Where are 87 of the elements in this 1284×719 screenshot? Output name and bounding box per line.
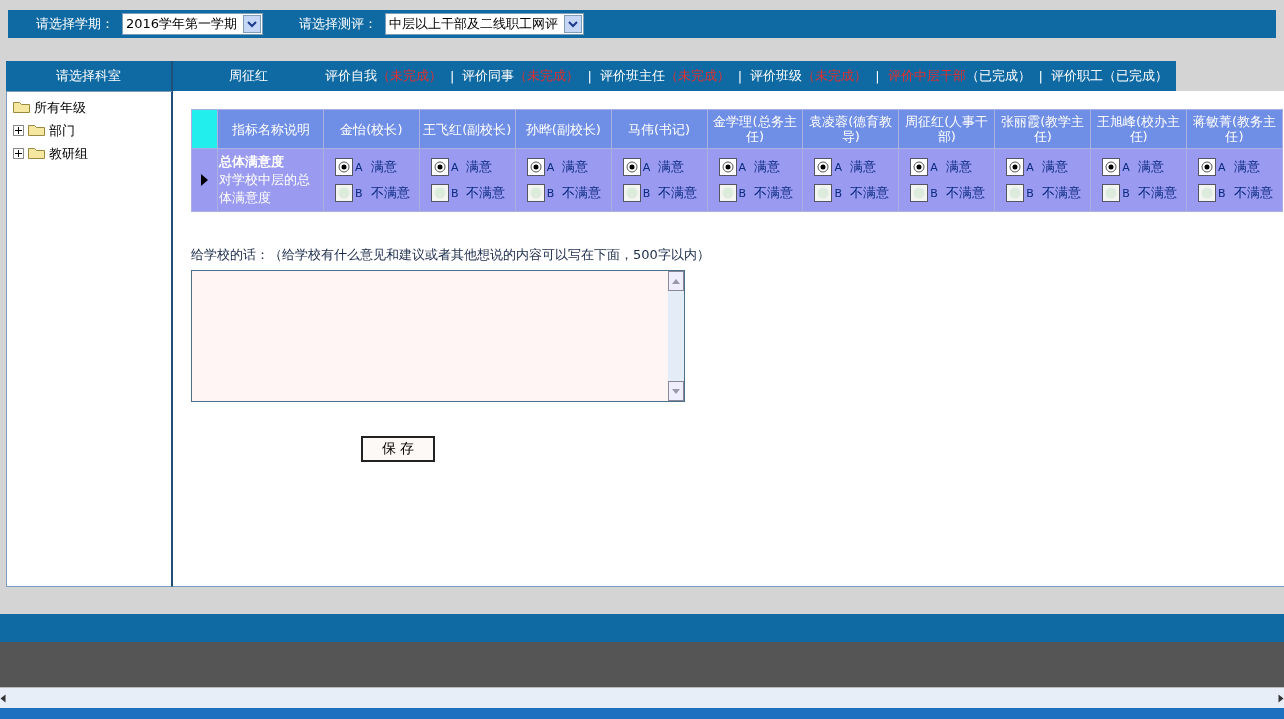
- folder-icon: [13, 102, 30, 113]
- save-button[interactable]: 保 存: [361, 436, 435, 462]
- comment-label: 给学校的话：（给学校有什么意见和建议或者其他想说的内容可以写在下面，500字以内）: [191, 246, 711, 264]
- radio-button[interactable]: [430, 184, 449, 202]
- radio-button[interactable]: [910, 158, 929, 176]
- sidebar-title: 请选择科室: [6, 61, 173, 91]
- evaluation-tab[interactable]: 评价自我（未完成）: [323, 67, 444, 85]
- column-header: 周征红(人事干部): [898, 109, 995, 149]
- radio-button[interactable]: [430, 158, 449, 176]
- tree-label: 教研组: [49, 144, 88, 163]
- expand-icon[interactable]: [13, 148, 24, 159]
- evaluation-tab[interactable]: 评价班主任（未完成）: [597, 67, 732, 85]
- radio-button[interactable]: [1198, 158, 1216, 176]
- radio-option[interactable]: A 满意: [325, 154, 418, 180]
- tree-item[interactable]: 所有年级: [13, 96, 165, 119]
- column-header: 金怡(校长): [323, 109, 420, 149]
- radio-button[interactable]: [622, 158, 641, 176]
- radio-option[interactable]: B 不满意: [708, 180, 802, 206]
- radio-option[interactable]: B 不满意: [325, 180, 418, 206]
- radio-option[interactable]: B 不满意: [516, 180, 610, 206]
- radio-option[interactable]: B 不满意: [900, 180, 994, 206]
- radio-option[interactable]: B 不满意: [420, 180, 514, 206]
- radio-button[interactable]: [1006, 158, 1025, 176]
- survey-label: 请选择测评：: [299, 15, 378, 33]
- evaluation-tab[interactable]: 评价职工（已完成）: [1048, 67, 1170, 85]
- column-header: 袁凌蓉(德育教导): [802, 109, 899, 149]
- evaluation-tab[interactable]: 评价中层干部（已完成）: [885, 67, 1033, 85]
- tree-item[interactable]: 教研组: [13, 142, 165, 165]
- radio-option[interactable]: A 满意: [1188, 154, 1281, 180]
- horizontal-scrollbar[interactable]: [0, 687, 1284, 708]
- radio-button[interactable]: [814, 184, 833, 202]
- radio-option[interactable]: B 不满意: [996, 180, 1090, 206]
- comment-textarea[interactable]: [191, 270, 685, 402]
- user-name: 周征红: [227, 67, 269, 85]
- radio-option[interactable]: A 满意: [996, 154, 1090, 180]
- radio-button[interactable]: [1102, 158, 1121, 176]
- radio-option[interactable]: A 满意: [420, 154, 514, 180]
- column-header: 张丽霞(教学主任): [994, 109, 1091, 149]
- tree-label: 部门: [49, 121, 75, 140]
- radio-option[interactable]: B 不满意: [1188, 180, 1281, 206]
- radio-button[interactable]: [1102, 184, 1121, 202]
- tab-separator: |: [586, 68, 593, 84]
- radio-option[interactable]: A 满意: [900, 154, 994, 180]
- tab-separator: |: [449, 68, 456, 84]
- folder-icon: [28, 148, 45, 159]
- survey-dropdown[interactable]: 中层以上干部及二线职工网评: [385, 13, 585, 35]
- tree-label: 所有年级: [34, 98, 86, 117]
- column-header: 金学理(总务主任): [707, 109, 803, 149]
- radio-option[interactable]: B 不满意: [804, 180, 898, 206]
- radio-option[interactable]: A 满意: [804, 154, 898, 180]
- radio-option[interactable]: B 不满意: [612, 180, 706, 206]
- radio-button[interactable]: [622, 184, 641, 202]
- radio-button[interactable]: [1198, 184, 1216, 202]
- column-header: 马伟(书记): [611, 109, 708, 149]
- radio-option[interactable]: A 满意: [516, 154, 610, 180]
- folder-icon: [28, 125, 45, 136]
- radio-button[interactable]: [718, 158, 737, 176]
- scroll-left-icon[interactable]: [0, 693, 6, 703]
- radio-button[interactable]: [526, 184, 545, 202]
- radio-button[interactable]: [718, 184, 737, 202]
- radio-button[interactable]: [526, 158, 545, 176]
- tab-separator: |: [736, 68, 744, 84]
- scroll-right-icon[interactable]: [1278, 693, 1284, 703]
- radio-button[interactable]: [1006, 184, 1025, 202]
- evaluation-tab[interactable]: 评价班级（未完成）: [748, 67, 870, 85]
- column-header: 孙晔(副校长): [515, 109, 612, 149]
- expand-icon[interactable]: [13, 125, 24, 136]
- row-pointer-icon: [201, 174, 208, 186]
- radio-option[interactable]: A 满意: [708, 154, 802, 180]
- radio-button[interactable]: [335, 158, 353, 176]
- radio-button[interactable]: [910, 184, 929, 202]
- radio-option[interactable]: A 满意: [1092, 154, 1185, 180]
- column-header: 王飞红(副校长): [419, 109, 516, 149]
- radio-button[interactable]: [335, 184, 353, 202]
- tab-separator: |: [874, 68, 881, 84]
- column-header: 指标名称说明: [217, 109, 324, 149]
- table-cell: 总体满意度 对学校中层的总体满意度: [217, 148, 324, 212]
- column-header: 王旭峰(校办主任): [1090, 109, 1187, 149]
- radio-option[interactable]: B 不满意: [1092, 180, 1185, 206]
- semester-label: 请选择学期：: [36, 15, 114, 33]
- semester-dropdown[interactable]: 2016学年第一学期: [122, 13, 264, 35]
- column-header: 蒋敏菁(教务主任): [1186, 109, 1283, 149]
- radio-button[interactable]: [814, 158, 833, 176]
- tab-separator: |: [1037, 68, 1044, 84]
- evaluation-tab[interactable]: 评价同事（未完成）: [460, 67, 582, 85]
- tree-item[interactable]: 部门: [13, 119, 165, 142]
- radio-option[interactable]: A 满意: [612, 154, 706, 180]
